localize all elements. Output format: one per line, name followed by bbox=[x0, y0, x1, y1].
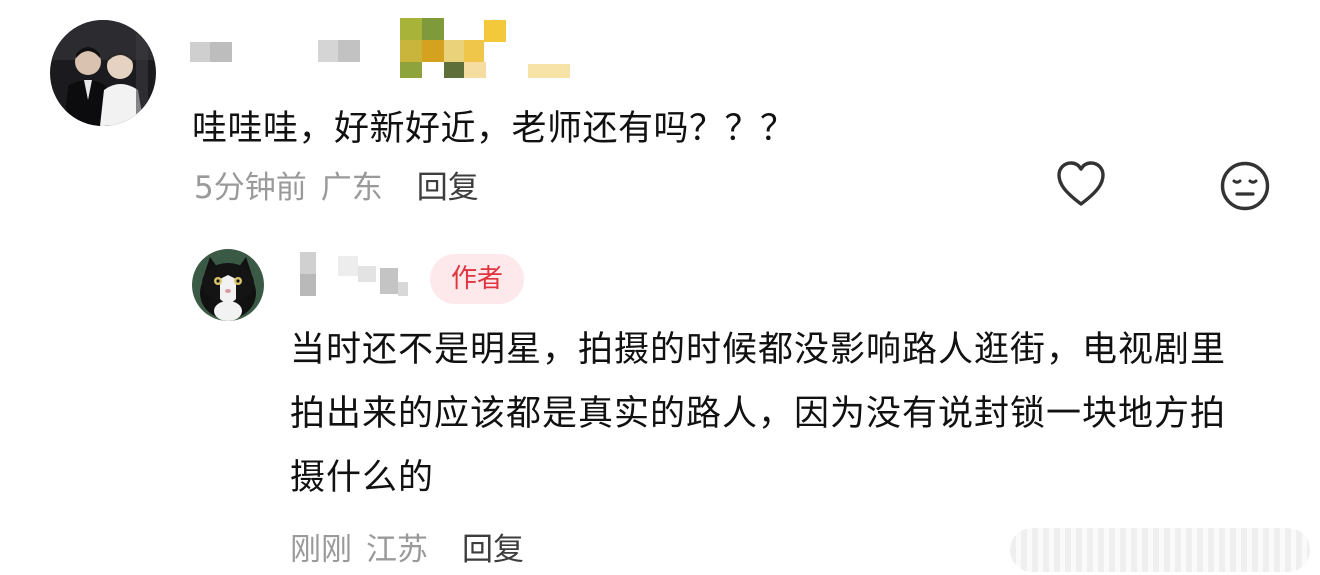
comment-reply-button[interactable]: 回复 bbox=[417, 162, 479, 207]
reply-reply-button[interactable]: 回复 bbox=[462, 524, 524, 569]
watermark bbox=[1010, 528, 1310, 572]
commenter-avatar[interactable] bbox=[50, 20, 156, 126]
comment-thread: 哇哇哇，好新好近，老师还有吗？？？ 5分钟前 广东 回复 作者 当时还不是明星，… bbox=[0, 0, 1320, 575]
reply-meta: 刚刚 江苏 回复 bbox=[290, 524, 524, 569]
reply-text: 当时还不是明星，拍摄的时候都没影响路人逛街，电视剧里拍出来的应该都是真实的路人，… bbox=[290, 330, 1227, 498]
comment-text: 哇哇哇，好新好近，老师还有吗？？？ bbox=[192, 109, 796, 149]
author-badge: 作者 bbox=[430, 254, 524, 304]
comment-meta: 5分钟前 广东 回复 bbox=[194, 162, 479, 207]
comment-location: 广东 bbox=[320, 170, 383, 206]
reply-location: 江苏 bbox=[366, 532, 428, 568]
reply-time: 刚刚 bbox=[290, 532, 352, 568]
comment-time: 5分钟前 bbox=[194, 170, 307, 206]
neutral-face-icon bbox=[1220, 161, 1270, 211]
author-avatar[interactable] bbox=[192, 249, 264, 321]
like-button[interactable] bbox=[1055, 160, 1107, 212]
dislike-button[interactable] bbox=[1219, 160, 1271, 216]
heart-outline-icon bbox=[1057, 161, 1105, 206]
